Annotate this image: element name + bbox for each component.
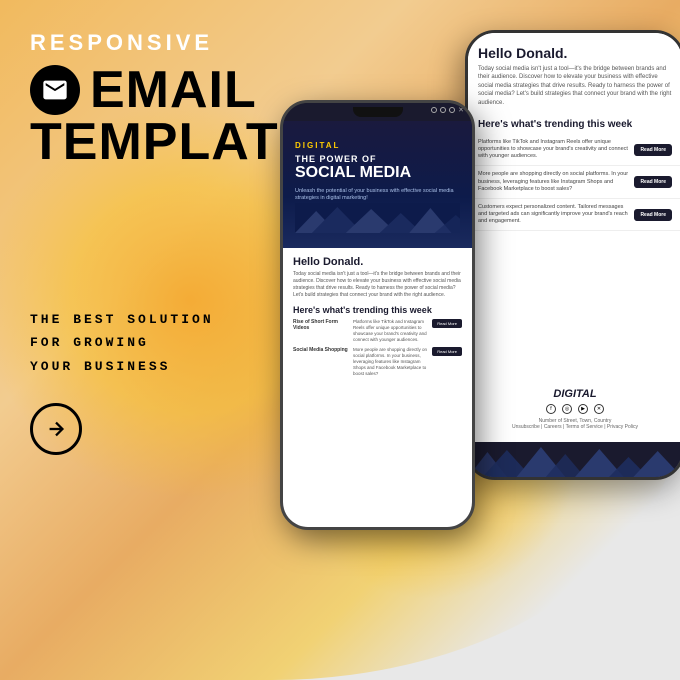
tagline-line3: YOUR BUSINESS xyxy=(30,355,290,378)
phone-front-notch-area: ✕ xyxy=(283,103,472,121)
responsive-label: RESPONSIVE xyxy=(30,30,290,56)
front-social-media: SOCIAL MEDIA xyxy=(295,164,460,182)
phone-front-screen: ✕ DIGITAL THE POWER OF SOCIAL MEDIA Unle… xyxy=(283,103,472,527)
phones-container: Hello Donald. Today social media isn't j… xyxy=(270,20,680,660)
tagline-line2: FOR GROWING xyxy=(30,331,290,354)
instagram-icon: ◎ xyxy=(562,404,572,414)
front-item-2: Social Media Shopping More people are sh… xyxy=(293,347,462,376)
front-digital-label: DIGITAL xyxy=(295,141,460,150)
front-read-more-2[interactable]: Read More xyxy=(432,347,462,356)
read-more-1[interactable]: Read More xyxy=(634,144,672,156)
front-item-1-label: Rise of Short Form Videos xyxy=(293,319,348,332)
front-item-1-desc: Platforms like TikTok and Instagram Reel… xyxy=(353,319,427,342)
back-trending-title: Here's what's trending this week xyxy=(468,113,680,134)
phone-front-body: Hello Donald. Today social media isn't j… xyxy=(283,248,472,527)
front-mountains xyxy=(295,203,460,233)
front-item-1: Rise of Short Form Videos Platforms like… xyxy=(293,319,462,342)
signal-icon xyxy=(431,107,437,113)
trending-item-2: More people are shopping directly on soc… xyxy=(468,166,680,198)
read-more-2[interactable]: Read More xyxy=(634,176,672,188)
back-footer-brand: DIGITAL xyxy=(478,388,672,400)
trending-item-2-text: More people are shopping directly on soc… xyxy=(478,171,628,192)
front-power-of: THE POWER OF xyxy=(295,154,460,164)
arrow-icon xyxy=(45,418,67,440)
back-footer-links: Unsubscribe | Careers | Terms of Service… xyxy=(478,424,672,430)
phone-back: Hello Donald. Today social media isn't j… xyxy=(465,30,680,480)
email-icon-row: EMAIL xyxy=(30,64,290,116)
front-read-more-1[interactable]: Read More xyxy=(432,319,462,328)
front-hello: Hello Donald. xyxy=(293,256,462,268)
phone-top-icons: ✕ xyxy=(431,107,464,114)
email-icon xyxy=(30,65,80,115)
wifi-icon xyxy=(440,107,446,113)
youtube-icon: ▶ xyxy=(578,404,588,414)
trending-item-1: Platforms like TikTok and Instagram Reel… xyxy=(468,134,680,166)
phone-back-footer: DIGITAL f ◎ ▶ ✕ Number of Street, Town, … xyxy=(468,380,680,438)
close-icon: ✕ xyxy=(458,107,464,114)
front-subtitle: Unleash the potential of your business w… xyxy=(295,188,460,203)
front-item-2-desc: More people are shopping directly on soc… xyxy=(353,347,427,376)
email-svg xyxy=(41,76,69,104)
tagline: THE BEST SOLUTION FOR GROWING YOUR BUSIN… xyxy=(30,308,290,378)
back-hello: Hello Donald. xyxy=(478,45,672,61)
phone-back-header: Hello Donald. Today social media isn't j… xyxy=(468,33,680,113)
templates-title: TEMPLATES xyxy=(30,116,290,168)
phone-back-screen: Hello Donald. Today social media isn't j… xyxy=(468,33,680,477)
front-mountains-svg xyxy=(295,203,460,233)
trending-item-3: Customers expect personalized content. T… xyxy=(468,199,680,231)
email-title: EMAIL xyxy=(90,64,257,116)
tagline-line1: THE BEST SOLUTION xyxy=(30,308,290,331)
twitter-x-icon: ✕ xyxy=(594,404,604,414)
front-intro: Today social media isn't just a tool—it'… xyxy=(293,271,462,299)
front-item-2-label: Social Media Shopping xyxy=(293,347,348,354)
front-trending-title: Here's what's trending this week xyxy=(293,305,462,315)
read-more-3[interactable]: Read More xyxy=(634,209,672,221)
phone-notch xyxy=(353,107,403,117)
back-footer-cityscape xyxy=(468,442,680,477)
phone-front: ✕ DIGITAL THE POWER OF SOCIAL MEDIA Unle… xyxy=(280,100,475,530)
arrow-button[interactable] xyxy=(30,403,82,455)
trending-item-1-text: Platforms like TikTok and Instagram Reel… xyxy=(478,139,628,160)
trending-item-3-text: Customers expect personalized content. T… xyxy=(478,204,628,225)
back-intro: Today social media isn't just a tool—it'… xyxy=(478,65,672,107)
cityscape-svg xyxy=(468,442,680,477)
facebook-icon: f xyxy=(546,404,556,414)
main-container: RESPONSIVE EMAIL TEMPLATES THE BEST SOLU… xyxy=(0,0,680,680)
phone-front-hero: DIGITAL THE POWER OF SOCIAL MEDIA Unleas… xyxy=(283,121,472,248)
footer-social-icons: f ◎ ▶ ✕ xyxy=(478,404,672,414)
battery-icon xyxy=(449,107,455,113)
